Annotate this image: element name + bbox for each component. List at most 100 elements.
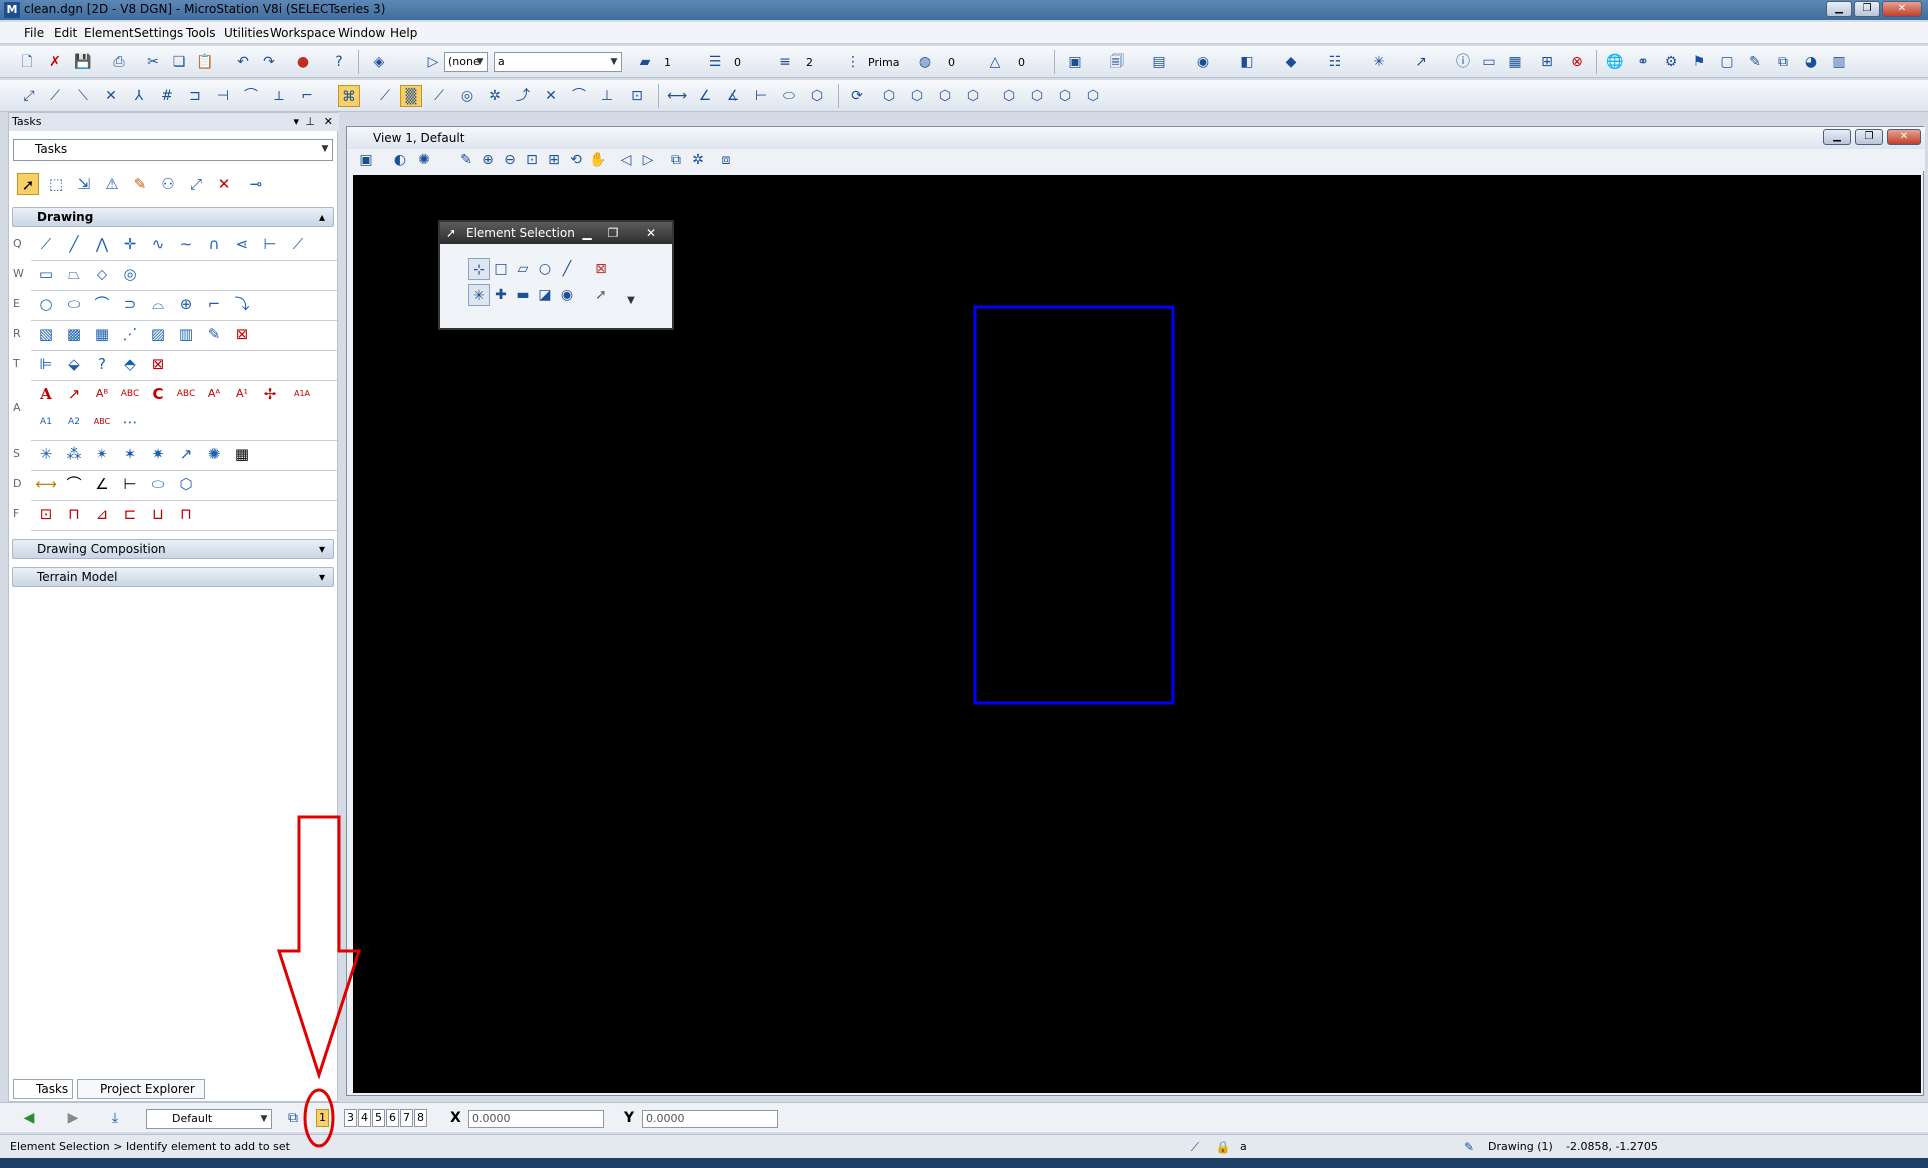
accudraw-icon[interactable]: ↗ (1410, 51, 1432, 73)
menu-tools[interactable]: Tools (186, 26, 216, 40)
key-in-icon[interactable]: ▭ (1478, 51, 1500, 73)
dim-linear-icon[interactable]: ⟷ (666, 85, 688, 107)
individual-method-icon[interactable]: ⊹ (468, 258, 490, 280)
dim-3d-icon[interactable]: ⬡ (175, 473, 197, 495)
help-icon[interactable]: ? (328, 51, 350, 73)
paste-icon[interactable]: 📋 (194, 51, 216, 73)
view-button-6[interactable]: 6 (386, 1109, 399, 1127)
blue-rectangle-element[interactable] (973, 305, 1175, 705)
view-previous-icon[interactable]: ◁ (615, 149, 637, 171)
pin-icon[interactable]: ⊥ (305, 113, 315, 131)
text-fill-icon[interactable]: ABC (91, 411, 113, 433)
menu-edit[interactable]: Edit (54, 26, 77, 40)
snap-status-icon[interactable]: ⟋ (1184, 1136, 1206, 1158)
crosshatch-icon[interactable]: ▩ (63, 323, 85, 345)
place-quarter-icon[interactable]: ⌓ (147, 293, 169, 315)
sheet-icon[interactable]: ▥ (1828, 51, 1850, 73)
spell-check-icon[interactable]: ABC (119, 383, 141, 405)
snap-parallel-icon[interactable]: # (156, 85, 178, 107)
place-circle-icon[interactable]: ○ (35, 293, 57, 315)
dropdown-icon[interactable]: ▾ (293, 113, 299, 131)
new-mode-icon[interactable]: ✳ (468, 284, 490, 306)
text-copy-icon[interactable]: A1A (291, 383, 313, 405)
place-cell-icon[interactable]: ⊫ (35, 353, 57, 375)
rotate-tool-icon[interactable]: ⟲ (565, 149, 587, 171)
measure-line-icon[interactable]: ⟋ (287, 233, 309, 255)
fence-icon[interactable]: ⊞ (1536, 51, 1558, 73)
dialog-expand-icon[interactable]: ▼ (620, 290, 642, 312)
show-pattern-icon[interactable]: ▨ (147, 323, 169, 345)
undo-icon[interactable]: ↶ (232, 51, 254, 73)
view-close-button[interactable]: ✕ (1887, 129, 1921, 145)
dim-size-icon[interactable]: ⊢ (750, 85, 772, 107)
new-file-icon[interactable]: 🗋 (16, 51, 38, 73)
zoom-in-icon[interactable]: ⊕ (477, 149, 499, 171)
zoom-out-icon[interactable]: ⊖ (499, 149, 521, 171)
construct-icon[interactable]: ⋖ (231, 233, 253, 255)
snap-perp-icon[interactable]: ⊣ (212, 85, 234, 107)
selection-cursor-icon[interactable]: ➚ (590, 284, 612, 306)
cell-selector-icon[interactable]: ⬙ (63, 353, 85, 375)
dialog-minimize-icon[interactable]: ▁ (576, 222, 598, 244)
view-next-icon[interactable]: ▷ (637, 149, 659, 171)
view-config-dropdown[interactable]: Default ▼ (146, 1109, 272, 1129)
text-attrib-icon[interactable]: C (147, 383, 169, 405)
display-styles-icon[interactable]: ◧ (1236, 51, 1258, 73)
snap-origin-icon[interactable]: ⟋ (428, 85, 450, 107)
y-coordinate-input[interactable]: 0.0000 (642, 1110, 778, 1128)
snap-star-icon[interactable]: ✲ (484, 85, 506, 107)
snap-perp2-icon[interactable]: ⊥ (596, 85, 618, 107)
camera-icon[interactable]: ✲ (687, 149, 709, 171)
levels-icon[interactable]: ☷ (1324, 51, 1346, 73)
manipulate-icon[interactable]: ⇲ (73, 173, 95, 195)
snap-mode-icon[interactable]: ✳ (35, 443, 57, 465)
place-line-icon[interactable]: ╱ (63, 233, 85, 255)
group-icon[interactable]: ⚇ (157, 173, 179, 195)
priority-icon[interactable]: △ (984, 51, 1006, 73)
view-attributes-icon[interactable]: ▣ (355, 149, 377, 171)
snap-mode4-icon[interactable]: ✶ (119, 443, 141, 465)
arc-axis-icon[interactable]: ⤵ (231, 293, 253, 315)
modify-icon[interactable]: ⚠ (101, 173, 123, 195)
view-config-icon[interactable]: ⤓ (104, 1107, 126, 1129)
measure-tool-icon[interactable]: ⊸ (245, 173, 267, 195)
menu-file[interactable]: File (24, 26, 44, 40)
link-icon[interactable]: ⚭ (1632, 51, 1654, 73)
view-button-8[interactable]: 8 (414, 1109, 427, 1127)
select-all-icon[interactable]: ◉ (556, 284, 578, 306)
snap-mode6-icon[interactable]: ↗ (175, 443, 197, 465)
menu-settings[interactable]: Settings (134, 26, 183, 40)
dim-angle-tool-icon[interactable]: ∠ (91, 473, 113, 495)
dialog-maximize-icon[interactable]: ❐ (602, 222, 624, 244)
copy-view-icon[interactable]: ⧉ (665, 149, 687, 171)
close-file-icon[interactable]: ✗ (44, 51, 66, 73)
drawing-tool-3-icon[interactable]: ⊿ (91, 503, 113, 525)
markup-icon[interactable]: ✎ (1744, 51, 1766, 73)
redo-icon[interactable]: ↷ (258, 51, 280, 73)
scale-icon[interactable]: ⤢ (185, 173, 207, 195)
element-info-icon[interactable]: ⓘ (1452, 51, 1474, 73)
snap-bisect-icon[interactable]: ⟂ (268, 85, 290, 107)
line-style-icon[interactable]: ☰ (704, 51, 726, 73)
place-arc-icon[interactable]: ⌒ (91, 293, 113, 315)
render-icon[interactable]: ◕ (1800, 51, 1822, 73)
view-back-icon[interactable]: ⬡ (1026, 85, 1048, 107)
tab-project-explorer[interactable]: Project Explorer (77, 1079, 205, 1099)
snap-box-icon[interactable]: ⊡ (626, 85, 648, 107)
view-restore-button[interactable]: ❐ (1855, 129, 1883, 145)
drawing-tool-5-icon[interactable]: ⊔ (147, 503, 169, 525)
snap-nearest-icon[interactable]: ⟍ (72, 85, 94, 107)
text-edit-icon[interactable]: Aᴮ (91, 383, 113, 405)
view-button-7[interactable]: 7 (400, 1109, 413, 1127)
web-icon[interactable]: 🌐 (1604, 51, 1626, 73)
circle-method-icon[interactable]: ○ (534, 258, 556, 280)
primary-tools-icon[interactable]: ▣ (1064, 51, 1086, 73)
modify-arc-icon[interactable]: ⊕ (175, 293, 197, 315)
view-rightiso-icon[interactable]: ⬡ (1082, 85, 1104, 107)
cut-icon[interactable]: ✂ (142, 51, 164, 73)
place-block-icon[interactable]: ▭ (35, 263, 57, 285)
clip-volume-icon[interactable]: ⧈ (715, 149, 737, 171)
transmit-icon[interactable]: ⚙ (1660, 51, 1682, 73)
globe-icon[interactable]: ● (292, 51, 314, 73)
place-note-icon[interactable]: ↗ (63, 383, 85, 405)
